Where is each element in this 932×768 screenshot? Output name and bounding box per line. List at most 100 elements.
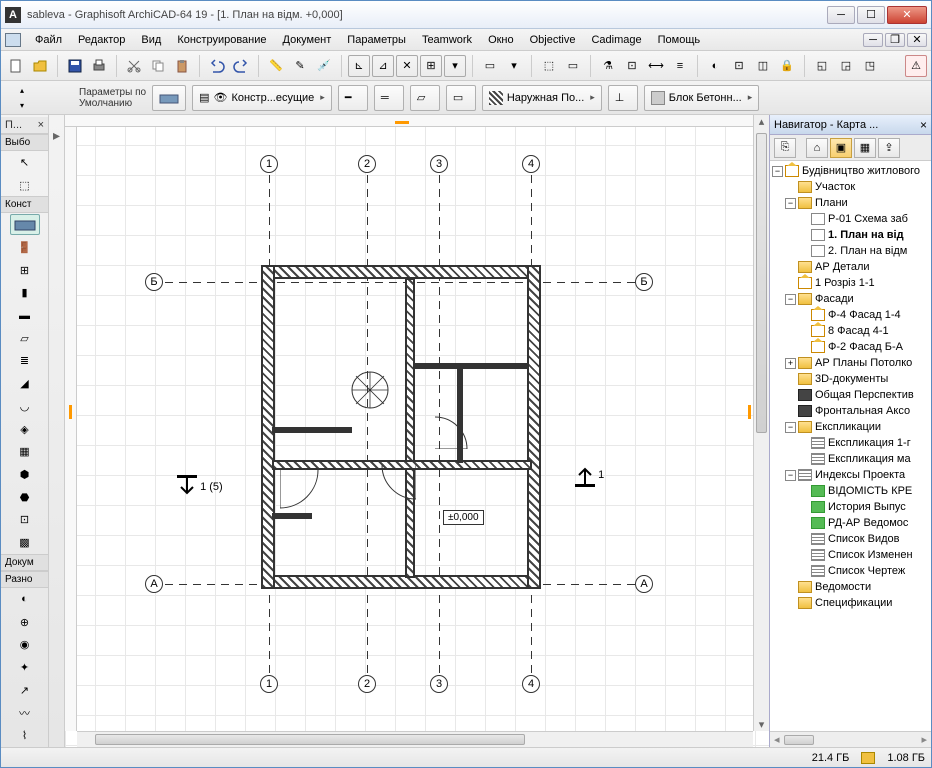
filter-button[interactable]: ⚗ [597,55,619,77]
eyedrop-button[interactable]: 💉 [313,55,335,77]
options-button[interactable]: ▾ [503,55,525,77]
geometry-4[interactable]: ▭ [446,85,476,111]
more-2[interactable]: ⊕ [10,612,40,633]
window-tool[interactable]: ⊞ [10,260,40,281]
toolbox-close[interactable]: × [38,119,44,131]
more-3[interactable]: ◉ [10,634,40,655]
menu-editor[interactable]: Редактор [70,31,133,49]
close-button[interactable]: ✕ [887,6,927,24]
new-button[interactable] [5,55,27,77]
menu-construct[interactable]: Конструирование [169,31,274,49]
material-select[interactable]: Блок Бетонн... ▸ [644,85,759,111]
geometry-1[interactable]: ━ [338,85,368,111]
door-tool[interactable]: 🚪 [10,237,40,258]
snap-mid-button[interactable]: ⊿ [372,55,394,77]
print-button[interactable] [88,55,110,77]
mdi-close[interactable]: ✕ [907,33,927,47]
section-button[interactable]: ▭ [562,55,584,77]
menu-window[interactable]: Окно [480,31,522,49]
slab-tool[interactable]: ▱ [10,328,40,349]
group-button[interactable]: ⊡ [728,55,750,77]
minimize-button[interactable]: ─ [827,6,855,24]
skylight-tool[interactable]: ◈ [10,419,40,440]
section-mark-left: 1 (5) [177,475,223,499]
3d-button[interactable]: ⬚ [538,55,560,77]
menu-help[interactable]: Помощь [650,31,709,49]
trace-button[interactable]: ⊡ [621,55,643,77]
zone-tool[interactable]: ⊡ [10,510,40,531]
mdi-restore[interactable]: ❐ [885,33,905,47]
menu-cadimage[interactable]: Cadimage [583,31,649,49]
curtain-tool[interactable]: ▦ [10,441,40,462]
maximize-button[interactable]: ☐ [857,6,885,24]
layer-select[interactable]: ▤ 👁 Констр...есущие ▸ [192,85,332,111]
wall-mode-button[interactable] [152,85,186,111]
show-button[interactable]: ◱ [811,55,833,77]
stair-tool[interactable]: ≣ [10,351,40,372]
menu-view[interactable]: Вид [133,31,169,49]
marquee-tool[interactable]: ⬚ [10,175,40,196]
mdi-icon[interactable] [5,33,21,47]
column-tool[interactable]: ▮ [10,283,40,304]
geometry-3[interactable]: ▱ [410,85,440,111]
layers-button[interactable]: ≡ [669,55,691,77]
snap-end-button[interactable]: ⊾ [348,55,370,77]
menu-teamwork[interactable]: Teamwork [414,31,480,49]
shell-tool[interactable]: ◡ [10,396,40,417]
open-button[interactable] [29,55,51,77]
canvas[interactable]: 1 2 3 4 1 2 3 4 Б Б А А [65,115,769,747]
nav-hscroll[interactable]: ◂ ▸ [770,731,931,747]
snap-grid-button[interactable]: ⊞ [420,55,442,77]
menu-params[interactable]: Параметры [339,31,414,49]
cut-button[interactable] [123,55,145,77]
surface-select[interactable]: Наружная По... ▸ [482,85,602,111]
fav-expand[interactable]: ▸ [49,115,64,155]
roof-tool[interactable]: ◢ [10,373,40,394]
redo-button[interactable] [230,55,252,77]
menu-file[interactable]: Файл [27,31,70,49]
object-tool[interactable]: ⬣ [10,487,40,508]
geometry-2[interactable]: ═ [374,85,404,111]
more-4[interactable]: ✦ [10,657,40,678]
morph-tool[interactable]: ⬢ [10,464,40,485]
vertical-scrollbar[interactable]: ▴ ▾ [753,115,769,731]
isolate-button[interactable]: ◳ [859,55,881,77]
more-1[interactable]: ◐ [10,589,40,610]
nav-tab-publish[interactable]: ⇪ [878,138,900,158]
menu-objective[interactable]: Objective [522,31,584,49]
snap-int-button[interactable]: ✕ [396,55,418,77]
arrow-tool[interactable]: ↖ [10,152,40,173]
fit-button[interactable]: ▭ [479,55,501,77]
suspend-button[interactable]: ◐ [704,55,726,77]
ungroup-button[interactable]: ◫ [752,55,774,77]
undo-button[interactable] [206,55,228,77]
lock-button[interactable]: 🔒 [776,55,798,77]
nav-tab-home[interactable]: ⌂ [806,138,828,158]
more-5[interactable]: ↗ [10,680,40,701]
more-6[interactable]: 〰 [10,702,40,723]
navigator-tree[interactable]: −Будівництво житлового Участок −Плани Р-… [770,161,931,731]
paste-button[interactable] [171,55,193,77]
more-7[interactable]: ⌇ [10,725,40,746]
measure-button[interactable]: 📏 [265,55,287,77]
snap-drop-button[interactable]: ▾ [444,55,466,77]
navigator-close[interactable]: × [920,118,927,132]
nav-tab-view[interactable]: ▣ [830,138,852,158]
wall-tool[interactable] [10,214,40,235]
wand-button[interactable]: ✎ [289,55,311,77]
profile-button[interactable]: ⊥ [608,85,638,111]
dim-button[interactable]: ⟷ [645,55,667,77]
toolbox-collapse-down[interactable]: ▾ [20,101,36,110]
mesh-tool[interactable]: ▩ [10,532,40,553]
beam-tool[interactable]: ▬ [10,305,40,326]
save-button[interactable] [64,55,86,77]
toolbox-collapse-up[interactable]: ▴ [20,86,36,95]
warning-button[interactable]: ⚠ [905,55,927,77]
nav-tab-project[interactable]: ⎘ [774,138,796,158]
nav-tab-layout[interactable]: ▦ [854,138,876,158]
menu-document[interactable]: Документ [275,31,340,49]
hide-button[interactable]: ◲ [835,55,857,77]
horizontal-scrollbar[interactable] [77,731,753,747]
copy-button[interactable] [147,55,169,77]
mdi-minimize[interactable]: ─ [863,33,883,47]
